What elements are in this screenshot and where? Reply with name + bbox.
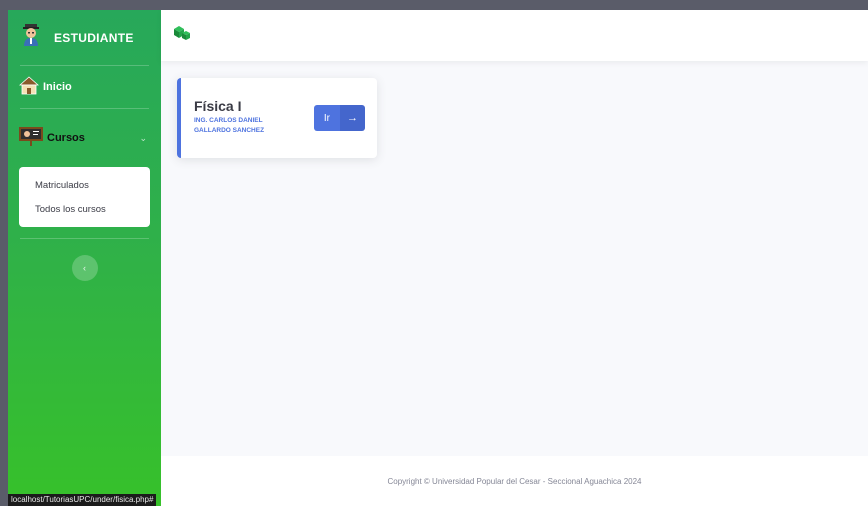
sidebar-brand[interactable]: ESTUDIANTE [8, 10, 161, 65]
sidebar-item-inicio[interactable]: Inicio [8, 66, 161, 108]
status-bar-url: localhost/TutoriasUPC/under/fisica.php# [8, 494, 157, 506]
go-button[interactable]: Ir → [313, 105, 365, 131]
green-cubes-logo-icon[interactable] [173, 24, 191, 47]
footer-copyright: Copyright © Universidad Popular del Cesa… [387, 476, 642, 486]
footer: Copyright © Universidad Popular del Cesa… [161, 456, 868, 506]
sidebar-item-label: Inicio [43, 81, 72, 93]
sidebar-divider [20, 238, 149, 239]
submenu-item-matriculados[interactable]: Matriculados [19, 173, 150, 197]
student-icon [22, 24, 40, 51]
go-button-label: Ir [313, 105, 340, 131]
sidebar-item-label: Cursos [47, 132, 85, 144]
chevron-down-icon: ⌄ [139, 133, 147, 143]
topbar [161, 10, 868, 61]
sidebar-item-cursos[interactable]: Cursos ⌄ [8, 109, 161, 167]
cursos-submenu: Matriculados Todos los cursos [19, 167, 150, 227]
chevron-left-icon: ‹ [83, 263, 86, 273]
app-window: ESTUDIANTE Inicio Cursos ⌄ Matriculados … [8, 10, 868, 506]
sidebar-toggle-button[interactable]: ‹ [71, 255, 98, 281]
brand-label: ESTUDIANTE [54, 30, 134, 45]
course-card: Física I ING. CARLOS DANIEL GALLARDO SAN… [177, 78, 377, 158]
course-teacher: ING. CARLOS DANIEL GALLARDO SANCHEZ [194, 117, 265, 134]
sidebar-toggle-wrap: ‹ [8, 255, 161, 281]
arrow-right-icon: → [340, 105, 365, 131]
blackboard-teacher-icon [19, 126, 43, 151]
sidebar: ESTUDIANTE Inicio Cursos ⌄ Matriculados … [8, 10, 161, 506]
submenu-item-todos-los-cursos[interactable]: Todos los cursos [19, 197, 150, 221]
house-icon [18, 75, 40, 100]
